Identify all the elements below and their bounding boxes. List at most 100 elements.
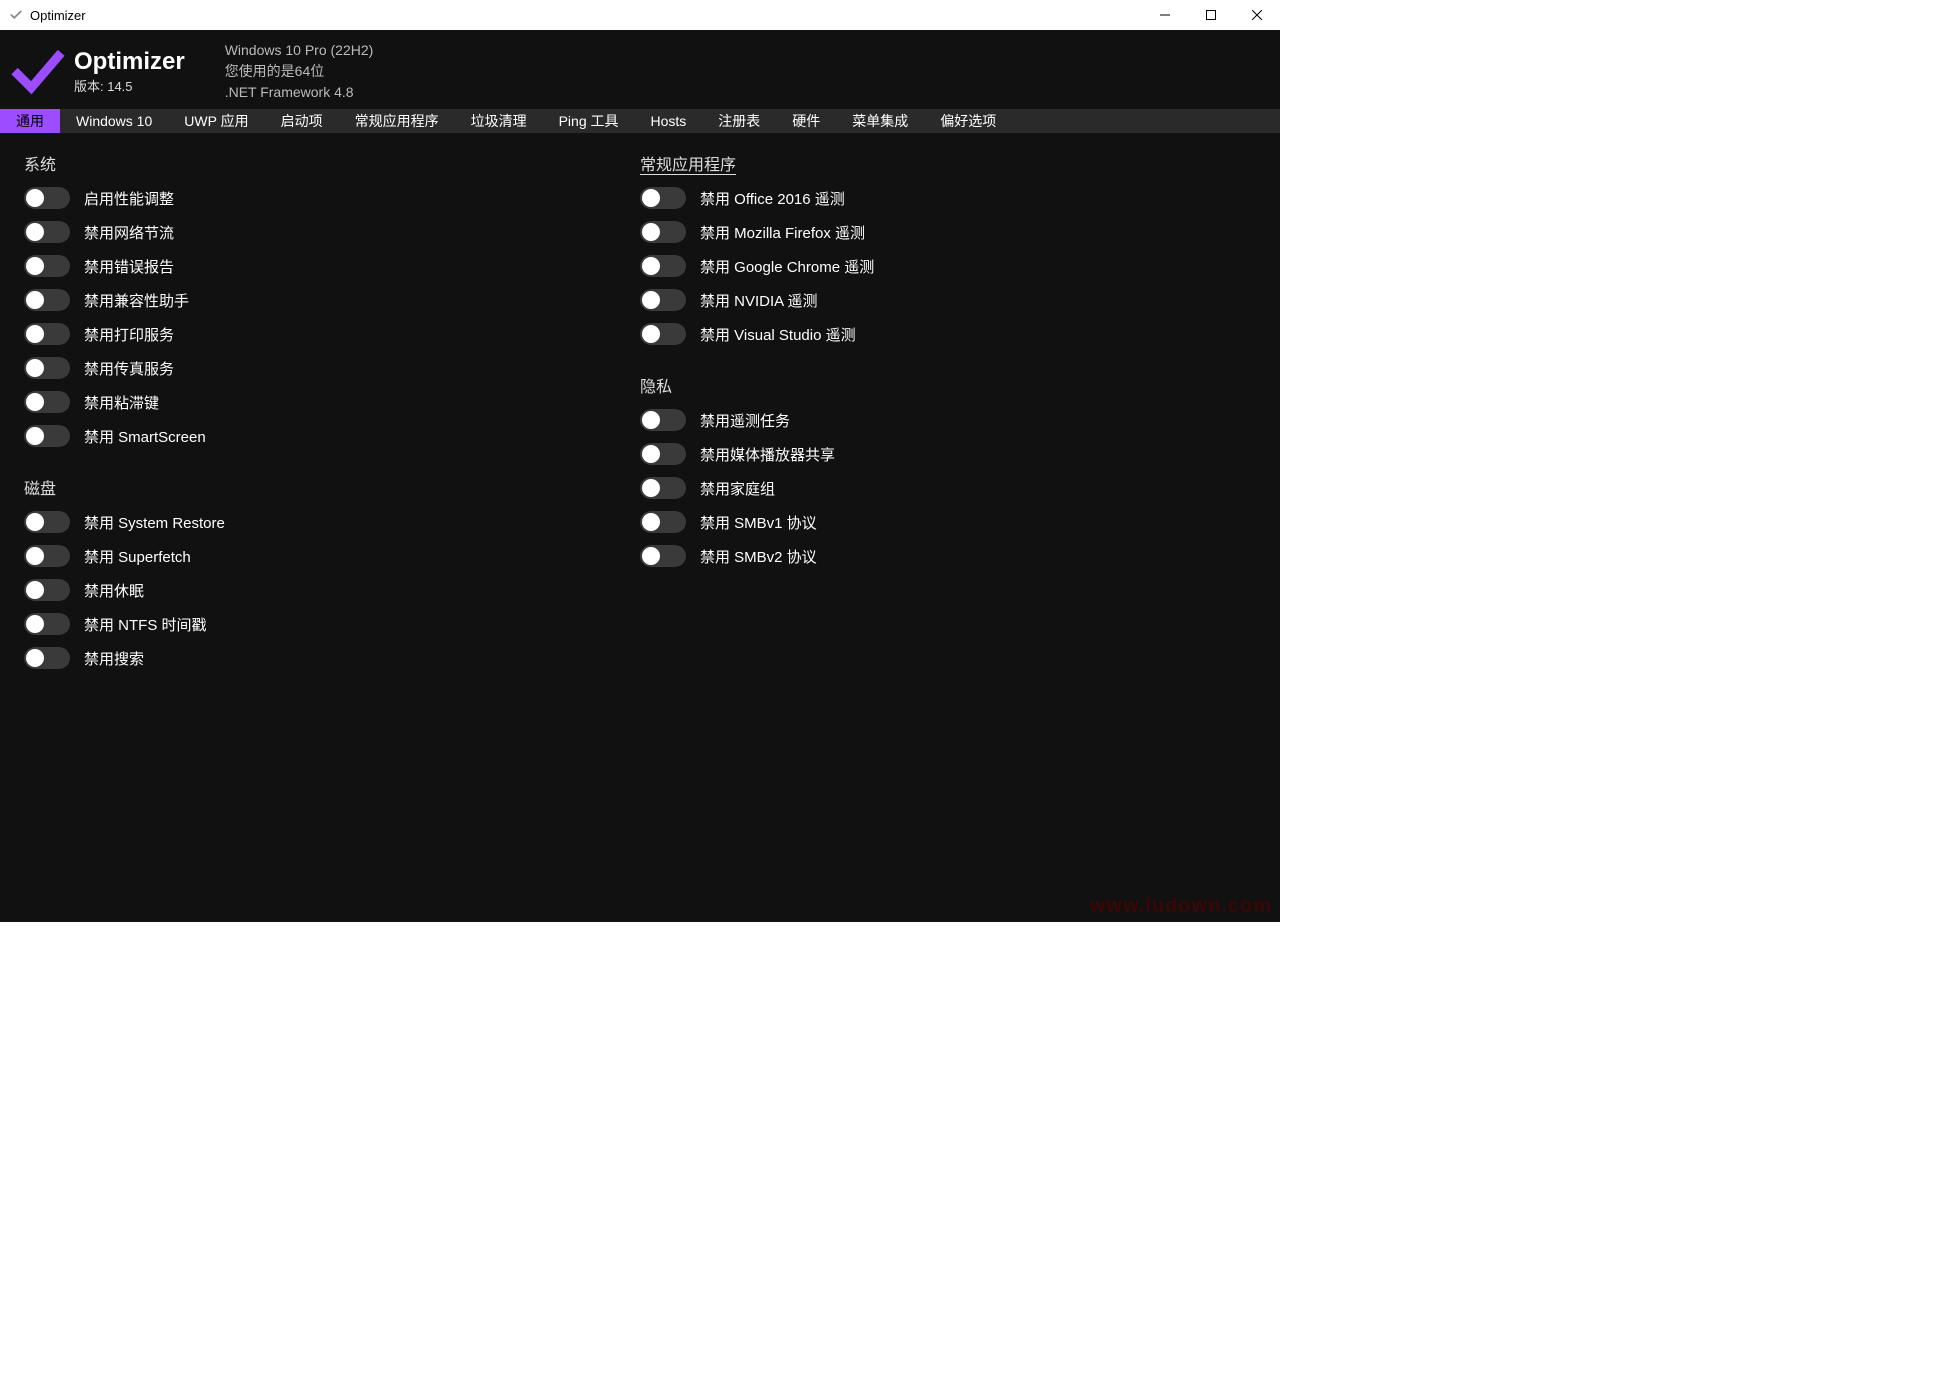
toggle-hibernate[interactable]	[24, 579, 70, 601]
toggle-label: 启用性能调整	[84, 188, 174, 209]
os-info: Windows 10 Pro (22H2)	[225, 40, 374, 61]
titlebar: Optimizer	[0, 0, 1280, 30]
toggle-media-share[interactable]	[640, 443, 686, 465]
toggle-label: 禁用遥测任务	[700, 410, 790, 431]
toggle-row: 禁用 SmartScreen	[24, 425, 640, 447]
toggle-row: 禁用 Mozilla Firefox 遥测	[640, 221, 1256, 243]
toggle-row: 禁用 SMBv2 协议	[640, 545, 1256, 567]
toggle-label: 禁用打印服务	[84, 324, 174, 345]
toggle-row: 禁用休眠	[24, 579, 640, 601]
section-system: 系统 启用性能调整 禁用网络节流 禁用错误报告 禁用兼容性助手 禁用打印服务 禁…	[24, 151, 640, 447]
section-privacy: 隐私 禁用遥测任务 禁用媒体播放器共享 禁用家庭组 禁用 SMBv1 协议 禁用…	[640, 373, 1256, 567]
toggle-label: 禁用休眠	[84, 580, 144, 601]
header: Optimizer 版本: 14.5 Windows 10 Pro (22H2)…	[0, 30, 1280, 109]
toggle-vs-telemetry[interactable]	[640, 323, 686, 345]
toggle-row: 禁用网络节流	[24, 221, 640, 243]
tab-general[interactable]: 通用	[0, 109, 60, 133]
toggle-label: 禁用网络节流	[84, 222, 174, 243]
app-version: 版本: 14.5	[74, 76, 185, 95]
content: 系统 启用性能调整 禁用网络节流 禁用错误报告 禁用兼容性助手 禁用打印服务 禁…	[0, 133, 1280, 922]
maximize-button[interactable]	[1188, 0, 1234, 30]
toggle-homegroup[interactable]	[640, 477, 686, 499]
system-info: Windows 10 Pro (22H2) 您使用的是64位 .NET Fram…	[225, 40, 374, 103]
toggle-row: 禁用 NVIDIA 遥测	[640, 289, 1256, 311]
toggle-row: 禁用 Google Chrome 遥测	[640, 255, 1256, 277]
toggle-label: 禁用 System Restore	[84, 512, 225, 533]
tab-registry[interactable]: 注册表	[702, 109, 776, 133]
toggle-row: 启用性能调整	[24, 187, 640, 209]
tab-ping[interactable]: Ping 工具	[543, 109, 635, 133]
toggle-row: 禁用打印服务	[24, 323, 640, 345]
app-name: Optimizer	[74, 48, 185, 76]
toggle-row: 禁用错误报告	[24, 255, 640, 277]
toggle-label: 禁用 Mozilla Firefox 遥测	[700, 222, 865, 243]
toggle-label: 禁用 Superfetch	[84, 546, 191, 567]
toggle-row: 禁用兼容性助手	[24, 289, 640, 311]
toggle-label: 禁用 NVIDIA 遥测	[700, 290, 818, 311]
tab-windows10[interactable]: Windows 10	[60, 109, 168, 133]
toggle-row: 禁用搜索	[24, 647, 640, 669]
toggle-row: 禁用遥测任务	[640, 409, 1256, 431]
tab-uwp[interactable]: UWP 应用	[168, 109, 264, 133]
tab-startup[interactable]: 启动项	[265, 109, 339, 133]
toggle-label: 禁用家庭组	[700, 478, 775, 499]
toggle-label: 禁用 Google Chrome 遥测	[700, 256, 874, 277]
tab-hosts[interactable]: Hosts	[635, 109, 703, 133]
tab-menu[interactable]: 菜单集成	[836, 109, 924, 133]
toggle-search[interactable]	[24, 647, 70, 669]
left-column: 系统 启用性能调整 禁用网络节流 禁用错误报告 禁用兼容性助手 禁用打印服务 禁…	[24, 151, 640, 904]
toggle-label: 禁用 NTFS 时间戳	[84, 614, 207, 635]
toggle-office-telemetry[interactable]	[640, 187, 686, 209]
toggle-sticky-keys[interactable]	[24, 391, 70, 413]
tab-apps[interactable]: 常规应用程序	[339, 109, 455, 133]
section-title-apps: 常规应用程序	[640, 151, 1256, 175]
app-window: Optimizer Optimizer 版本: 14.5 Windows 10 …	[0, 0, 1280, 922]
toggle-row: 禁用 Visual Studio 遥测	[640, 323, 1256, 345]
tab-cleanup[interactable]: 垃圾清理	[455, 109, 543, 133]
window-controls	[1142, 0, 1280, 30]
toggle-label: 禁用 Office 2016 遥测	[700, 188, 845, 209]
tab-prefs[interactable]: 偏好选项	[924, 109, 1012, 133]
section-disk: 磁盘 禁用 System Restore 禁用 Superfetch 禁用休眠 …	[24, 475, 640, 669]
toggle-label: 禁用错误报告	[84, 256, 174, 277]
toggle-smbv1[interactable]	[640, 511, 686, 533]
toggle-superfetch[interactable]	[24, 545, 70, 567]
toggle-error-report[interactable]	[24, 255, 70, 277]
toggle-label: 禁用 SMBv2 协议	[700, 546, 817, 567]
toggle-telemetry-task[interactable]	[640, 409, 686, 431]
toggle-print[interactable]	[24, 323, 70, 345]
header-text: Optimizer 版本: 14.5	[74, 48, 185, 95]
toggle-row: 禁用家庭组	[640, 477, 1256, 499]
right-column: 常规应用程序 禁用 Office 2016 遥测 禁用 Mozilla Fire…	[640, 151, 1256, 904]
tab-hardware[interactable]: 硬件	[776, 109, 836, 133]
section-title-privacy: 隐私	[640, 373, 1256, 397]
toggle-label: 禁用搜索	[84, 648, 144, 669]
logo-checkmark-icon	[10, 44, 66, 100]
toggle-firefox-telemetry[interactable]	[640, 221, 686, 243]
section-apps: 常规应用程序 禁用 Office 2016 遥测 禁用 Mozilla Fire…	[640, 151, 1256, 345]
toggle-label: 禁用传真服务	[84, 358, 174, 379]
close-button[interactable]	[1234, 0, 1280, 30]
toggle-row: 禁用媒体播放器共享	[640, 443, 1256, 465]
toggle-performance[interactable]	[24, 187, 70, 209]
watermark: www.ludown.com	[1090, 895, 1272, 918]
minimize-button[interactable]	[1142, 0, 1188, 30]
toggle-label: 禁用粘滞键	[84, 392, 159, 413]
toggle-label: 禁用 SmartScreen	[84, 426, 206, 447]
toggle-smbv2[interactable]	[640, 545, 686, 567]
app-icon	[8, 7, 24, 23]
toggle-network-throttle[interactable]	[24, 221, 70, 243]
toggle-label: 禁用 Visual Studio 遥测	[700, 324, 856, 345]
section-title-disk: 磁盘	[24, 475, 640, 499]
toggle-label: 禁用 SMBv1 协议	[700, 512, 817, 533]
arch-info: 您使用的是64位	[225, 61, 374, 82]
toggle-chrome-telemetry[interactable]	[640, 255, 686, 277]
toggle-compat-assist[interactable]	[24, 289, 70, 311]
toggle-smartscreen[interactable]	[24, 425, 70, 447]
toggle-row: 禁用 NTFS 时间戳	[24, 613, 640, 635]
toggle-ntfs-timestamp[interactable]	[24, 613, 70, 635]
toggle-system-restore[interactable]	[24, 511, 70, 533]
toggle-fax[interactable]	[24, 357, 70, 379]
toggle-row: 禁用传真服务	[24, 357, 640, 379]
toggle-nvidia-telemetry[interactable]	[640, 289, 686, 311]
